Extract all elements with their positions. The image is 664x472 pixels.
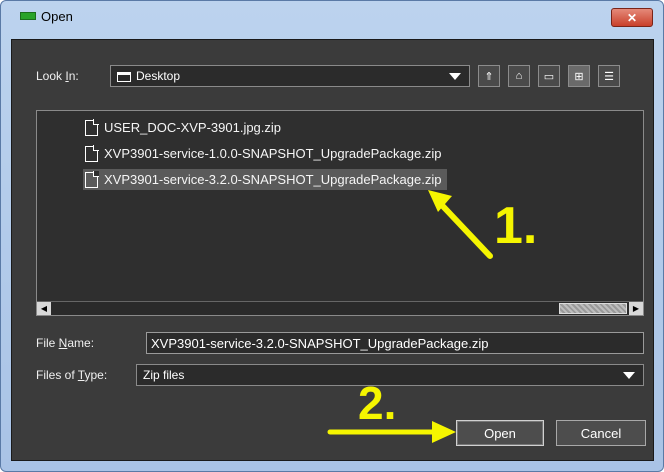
arrow-1 <box>428 190 493 259</box>
annotation-step-2: 2. <box>358 377 397 429</box>
annotation-arrows <box>327 190 493 443</box>
annotation-step-1: 1. <box>494 197 538 255</box>
